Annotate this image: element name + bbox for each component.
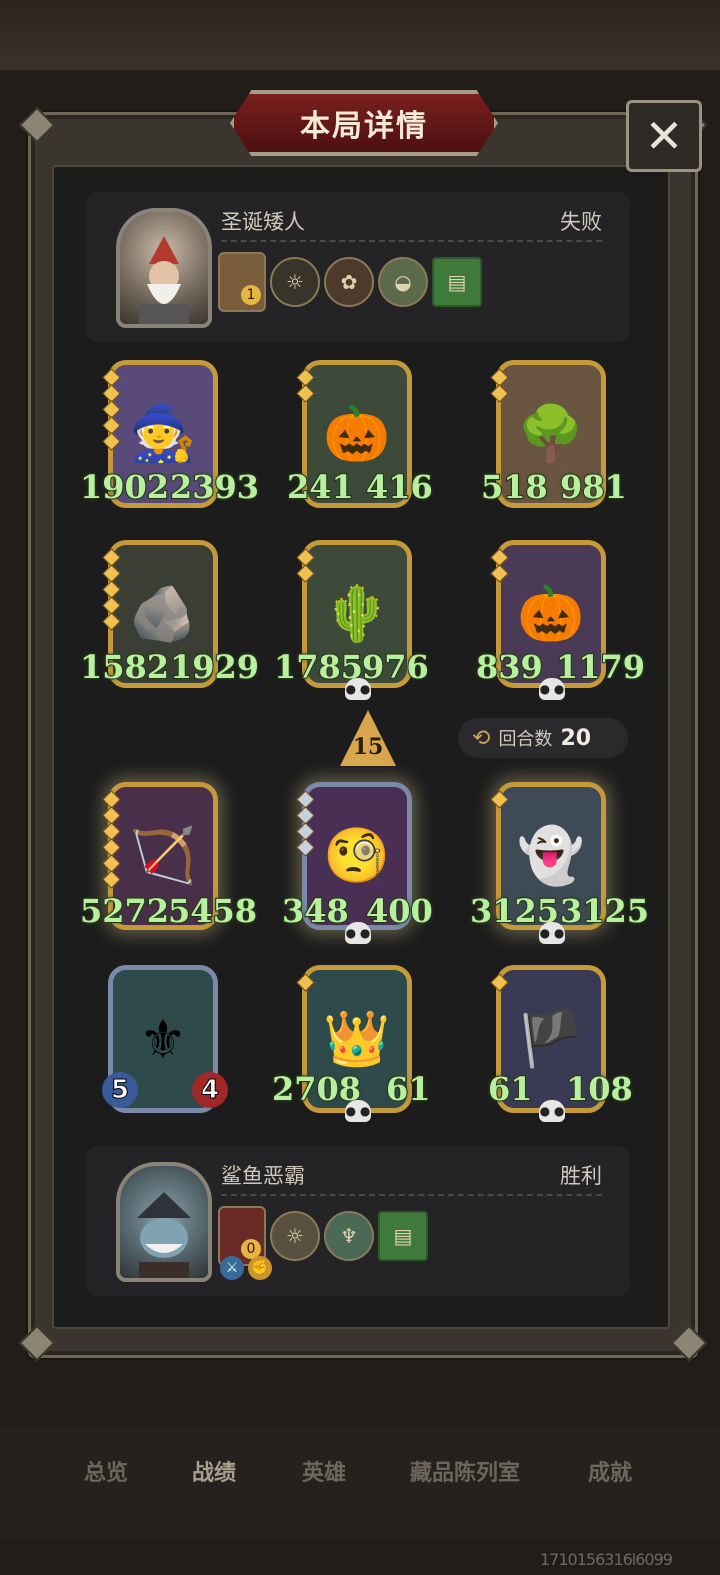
star-rank: [296, 790, 315, 857]
divider: [221, 1194, 602, 1196]
skull-icon: ● ●: [539, 1100, 565, 1122]
health-value: 981: [559, 467, 628, 507]
close-icon: ✕: [644, 109, 684, 163]
attack-value: 1902: [79, 467, 170, 507]
tab-bar: 总览 战绩 英雄 藏品陈列室 成就: [0, 1455, 720, 1495]
attack-value: 839: [475, 647, 544, 687]
health-value: 2393: [169, 467, 260, 507]
title-plate: 本局详情: [230, 90, 498, 156]
skull-icon: ● ●: [539, 922, 565, 944]
health-value: 416: [365, 467, 434, 507]
opponent-name: 圣诞矮人: [221, 210, 305, 234]
tab-overview[interactable]: 总览: [84, 1455, 128, 1487]
attack-value: 61: [487, 1069, 534, 1109]
health-value: 61: [385, 1069, 432, 1109]
health-orb: 4: [192, 1072, 228, 1108]
idol-icon[interactable]: ♆: [324, 1211, 374, 1261]
star-rank: [490, 368, 509, 403]
star-rank: [296, 548, 315, 583]
top-background: [0, 0, 720, 70]
skull-icon: ● ●: [539, 678, 565, 700]
attack-value: 5: [110, 1075, 130, 1106]
star-rank: [296, 368, 315, 403]
sword-buff-icon[interactable]: ⚔: [220, 1256, 244, 1280]
round-counter: ⟲ 回合数 20: [458, 718, 628, 758]
player-panel: 鲨鱼恶霸 胜利 0 ☼ ♆ ▤ ⚔ ✊: [86, 1146, 630, 1296]
star-rank: [102, 548, 121, 631]
round-label: 回合数: [498, 729, 553, 750]
book-icon[interactable]: ▤: [378, 1211, 428, 1261]
player-avatar[interactable]: [116, 1162, 212, 1282]
health-value: 1929: [169, 647, 260, 687]
health-value: 1179: [555, 647, 646, 687]
tab-collection[interactable]: 藏品陈列室: [410, 1455, 520, 1487]
health-value: 108: [565, 1069, 634, 1109]
star-rank: [296, 973, 315, 992]
star-rank: [490, 548, 509, 583]
attack-value: 1582: [79, 647, 170, 687]
rose-icon[interactable]: ✿: [324, 257, 374, 307]
page-title: 本局详情: [300, 109, 428, 144]
health-value: 976: [361, 647, 430, 687]
opponent-panel: 圣诞矮人 失败 1 ☼ ✿ ◒ ▤: [86, 192, 630, 342]
close-button[interactable]: ✕: [626, 100, 702, 172]
player-name: 鲨鱼恶霸: [221, 1164, 305, 1188]
strength-buff-icon[interactable]: ✊: [248, 1256, 272, 1280]
compass-icon[interactable]: ☼: [270, 257, 320, 307]
compass-icon[interactable]: ☼: [270, 1211, 320, 1261]
health-value: 5458: [167, 891, 258, 931]
rat-icon[interactable]: ◒: [378, 257, 428, 307]
attack-orb: 5: [102, 1072, 138, 1108]
attack-value: 5272: [79, 891, 170, 931]
tab-heroes[interactable]: 英雄: [302, 1455, 346, 1487]
health-value: 400: [365, 891, 434, 931]
star-rank: [490, 973, 509, 992]
round-icon: ⟲: [472, 725, 491, 751]
star-rank: [490, 790, 509, 809]
gnome-portrait-icon: [139, 236, 189, 324]
shark-portrait-icon: [137, 1192, 191, 1278]
watermark: 1710156316l6099: [540, 1550, 673, 1569]
round-value: 20: [560, 725, 592, 751]
player-buffs: ⚔ ✊: [220, 1256, 272, 1280]
book-icon[interactable]: ▤: [432, 257, 482, 307]
attack-value: 2708: [271, 1069, 362, 1109]
attack-value: 348: [281, 891, 350, 931]
attack-indicator: 15: [352, 734, 384, 760]
hero-badge: 1: [241, 285, 261, 305]
gift-icon[interactable]: 1: [218, 252, 266, 312]
opponent-result: 失败: [560, 210, 602, 234]
tab-achievements[interactable]: 成就: [588, 1455, 632, 1487]
health-value: 3125: [559, 891, 650, 931]
attack-value: 518: [480, 467, 549, 507]
player-result: 胜利: [560, 1164, 602, 1188]
attack-value: 241: [286, 467, 355, 507]
tab-records[interactable]: 战绩: [192, 1455, 236, 1487]
skull-icon: ● ●: [345, 678, 371, 700]
divider: [221, 240, 602, 242]
skull-icon: ● ●: [345, 1100, 371, 1122]
star-rank: [102, 790, 121, 889]
opponent-items: 1 ☼ ✿ ◒ ▤: [218, 252, 482, 312]
skull-icon: ● ●: [345, 922, 371, 944]
star-rank: [102, 368, 121, 451]
opponent-avatar[interactable]: [116, 208, 212, 328]
health-value: 4: [200, 1075, 220, 1106]
